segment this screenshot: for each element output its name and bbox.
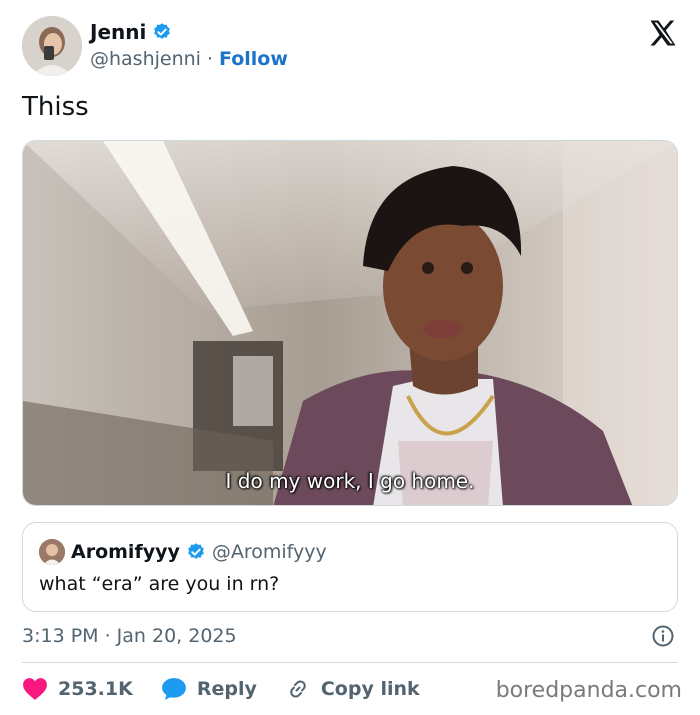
divider bbox=[22, 662, 678, 663]
like-button[interactable]: 253.1K bbox=[22, 677, 133, 701]
x-logo-icon[interactable] bbox=[648, 18, 678, 48]
link-icon bbox=[290, 680, 306, 698]
quoted-handle[interactable]: @Aromifyyy bbox=[212, 541, 327, 563]
info-icon[interactable] bbox=[651, 624, 675, 648]
author-avatar[interactable] bbox=[22, 16, 82, 76]
heart-icon bbox=[23, 678, 47, 700]
copy-link-button[interactable]: Copy link bbox=[285, 677, 420, 701]
author-name-row[interactable]: Jenni bbox=[90, 20, 172, 44]
avatar-image bbox=[22, 16, 82, 76]
media-image bbox=[23, 141, 677, 505]
tweet-timestamp[interactable]: 3:13 PM · Jan 20, 2025 bbox=[22, 625, 237, 647]
verified-badge-icon bbox=[154, 23, 171, 39]
quoted-avatar[interactable] bbox=[39, 539, 65, 565]
author-handle[interactable]: @hashjenni bbox=[90, 48, 201, 70]
media-subtitle: I do my work, I go home. bbox=[225, 469, 475, 493]
copy-link-label: Copy link bbox=[320, 678, 420, 700]
reply-button[interactable]: Reply bbox=[161, 677, 257, 701]
quoted-text: what “era” are you in rn? bbox=[39, 573, 280, 595]
tweet-text: Thiss bbox=[22, 92, 89, 122]
quoted-name[interactable]: Aromifyyy bbox=[71, 541, 180, 563]
quoted-tweet-card[interactable]: Aromifyyy @Aromifyyy what “era” are you … bbox=[22, 522, 678, 612]
watermark: boredpanda.com bbox=[495, 678, 682, 703]
author-name[interactable]: Jenni bbox=[90, 20, 146, 44]
quoted-header: Aromifyyy @Aromifyyy bbox=[39, 539, 327, 565]
action-bar: 253.1K Reply Copy link bbox=[22, 674, 448, 704]
quoted-avatar-image bbox=[39, 539, 65, 565]
like-count: 253.1K bbox=[58, 678, 133, 700]
reply-bubble-icon bbox=[161, 678, 186, 700]
tweet-media[interactable]: I do my work, I go home. bbox=[22, 140, 678, 506]
reply-label: Reply bbox=[196, 678, 257, 700]
follow-button[interactable]: Follow bbox=[219, 48, 288, 70]
author-handle-line: @hashjenni · Follow bbox=[90, 48, 288, 70]
verified-badge-icon bbox=[187, 543, 204, 559]
separator-dot: · bbox=[206, 48, 214, 70]
